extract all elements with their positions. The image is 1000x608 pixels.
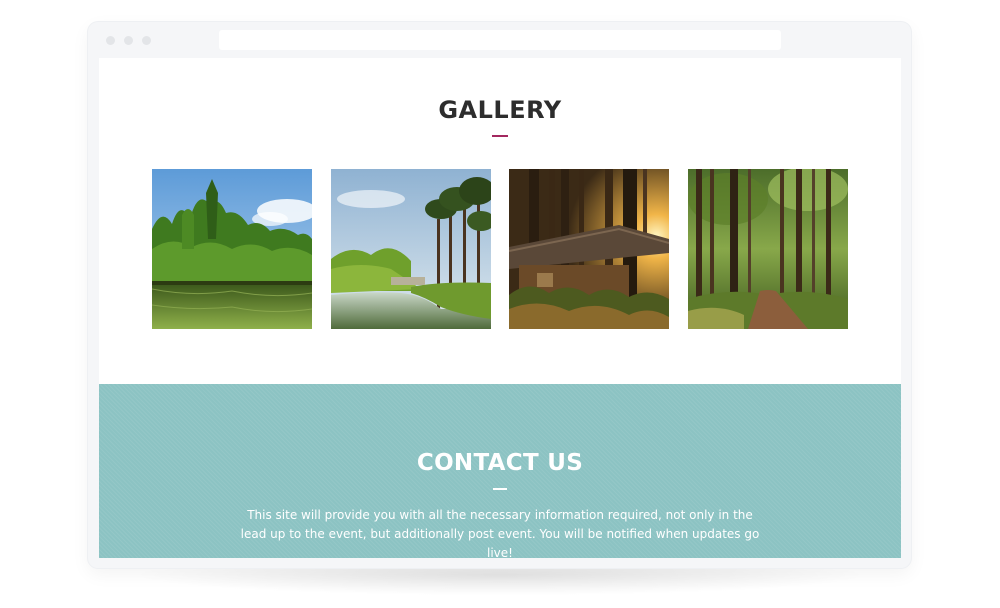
address-bar[interactable]: [219, 30, 781, 50]
contact-description: This site will provide you with all the …: [240, 508, 760, 558]
gallery-image-cabin[interactable]: [509, 169, 669, 329]
lake-image: [152, 169, 312, 329]
gallery-image-forest-path[interactable]: [688, 169, 848, 329]
gallery-title: GALLERY: [438, 96, 562, 124]
river-image: [331, 169, 491, 329]
forest-image: [688, 169, 848, 329]
contact-section: CONTACT US This site will provide you wi…: [99, 384, 901, 558]
contact-title-underline: [493, 488, 507, 490]
cabin-image: [509, 169, 669, 329]
gallery-title-underline: [492, 135, 508, 137]
window-dot-icon: [106, 36, 115, 45]
page-viewport: GALLERY CONTACT US This site will provid…: [99, 58, 901, 558]
gallery-image-lake[interactable]: [152, 169, 312, 329]
window-dot-icon: [124, 36, 133, 45]
contact-title: CONTACT US: [416, 450, 584, 476]
gallery-image-river[interactable]: [331, 169, 491, 329]
window-dot-icon: [142, 36, 151, 45]
